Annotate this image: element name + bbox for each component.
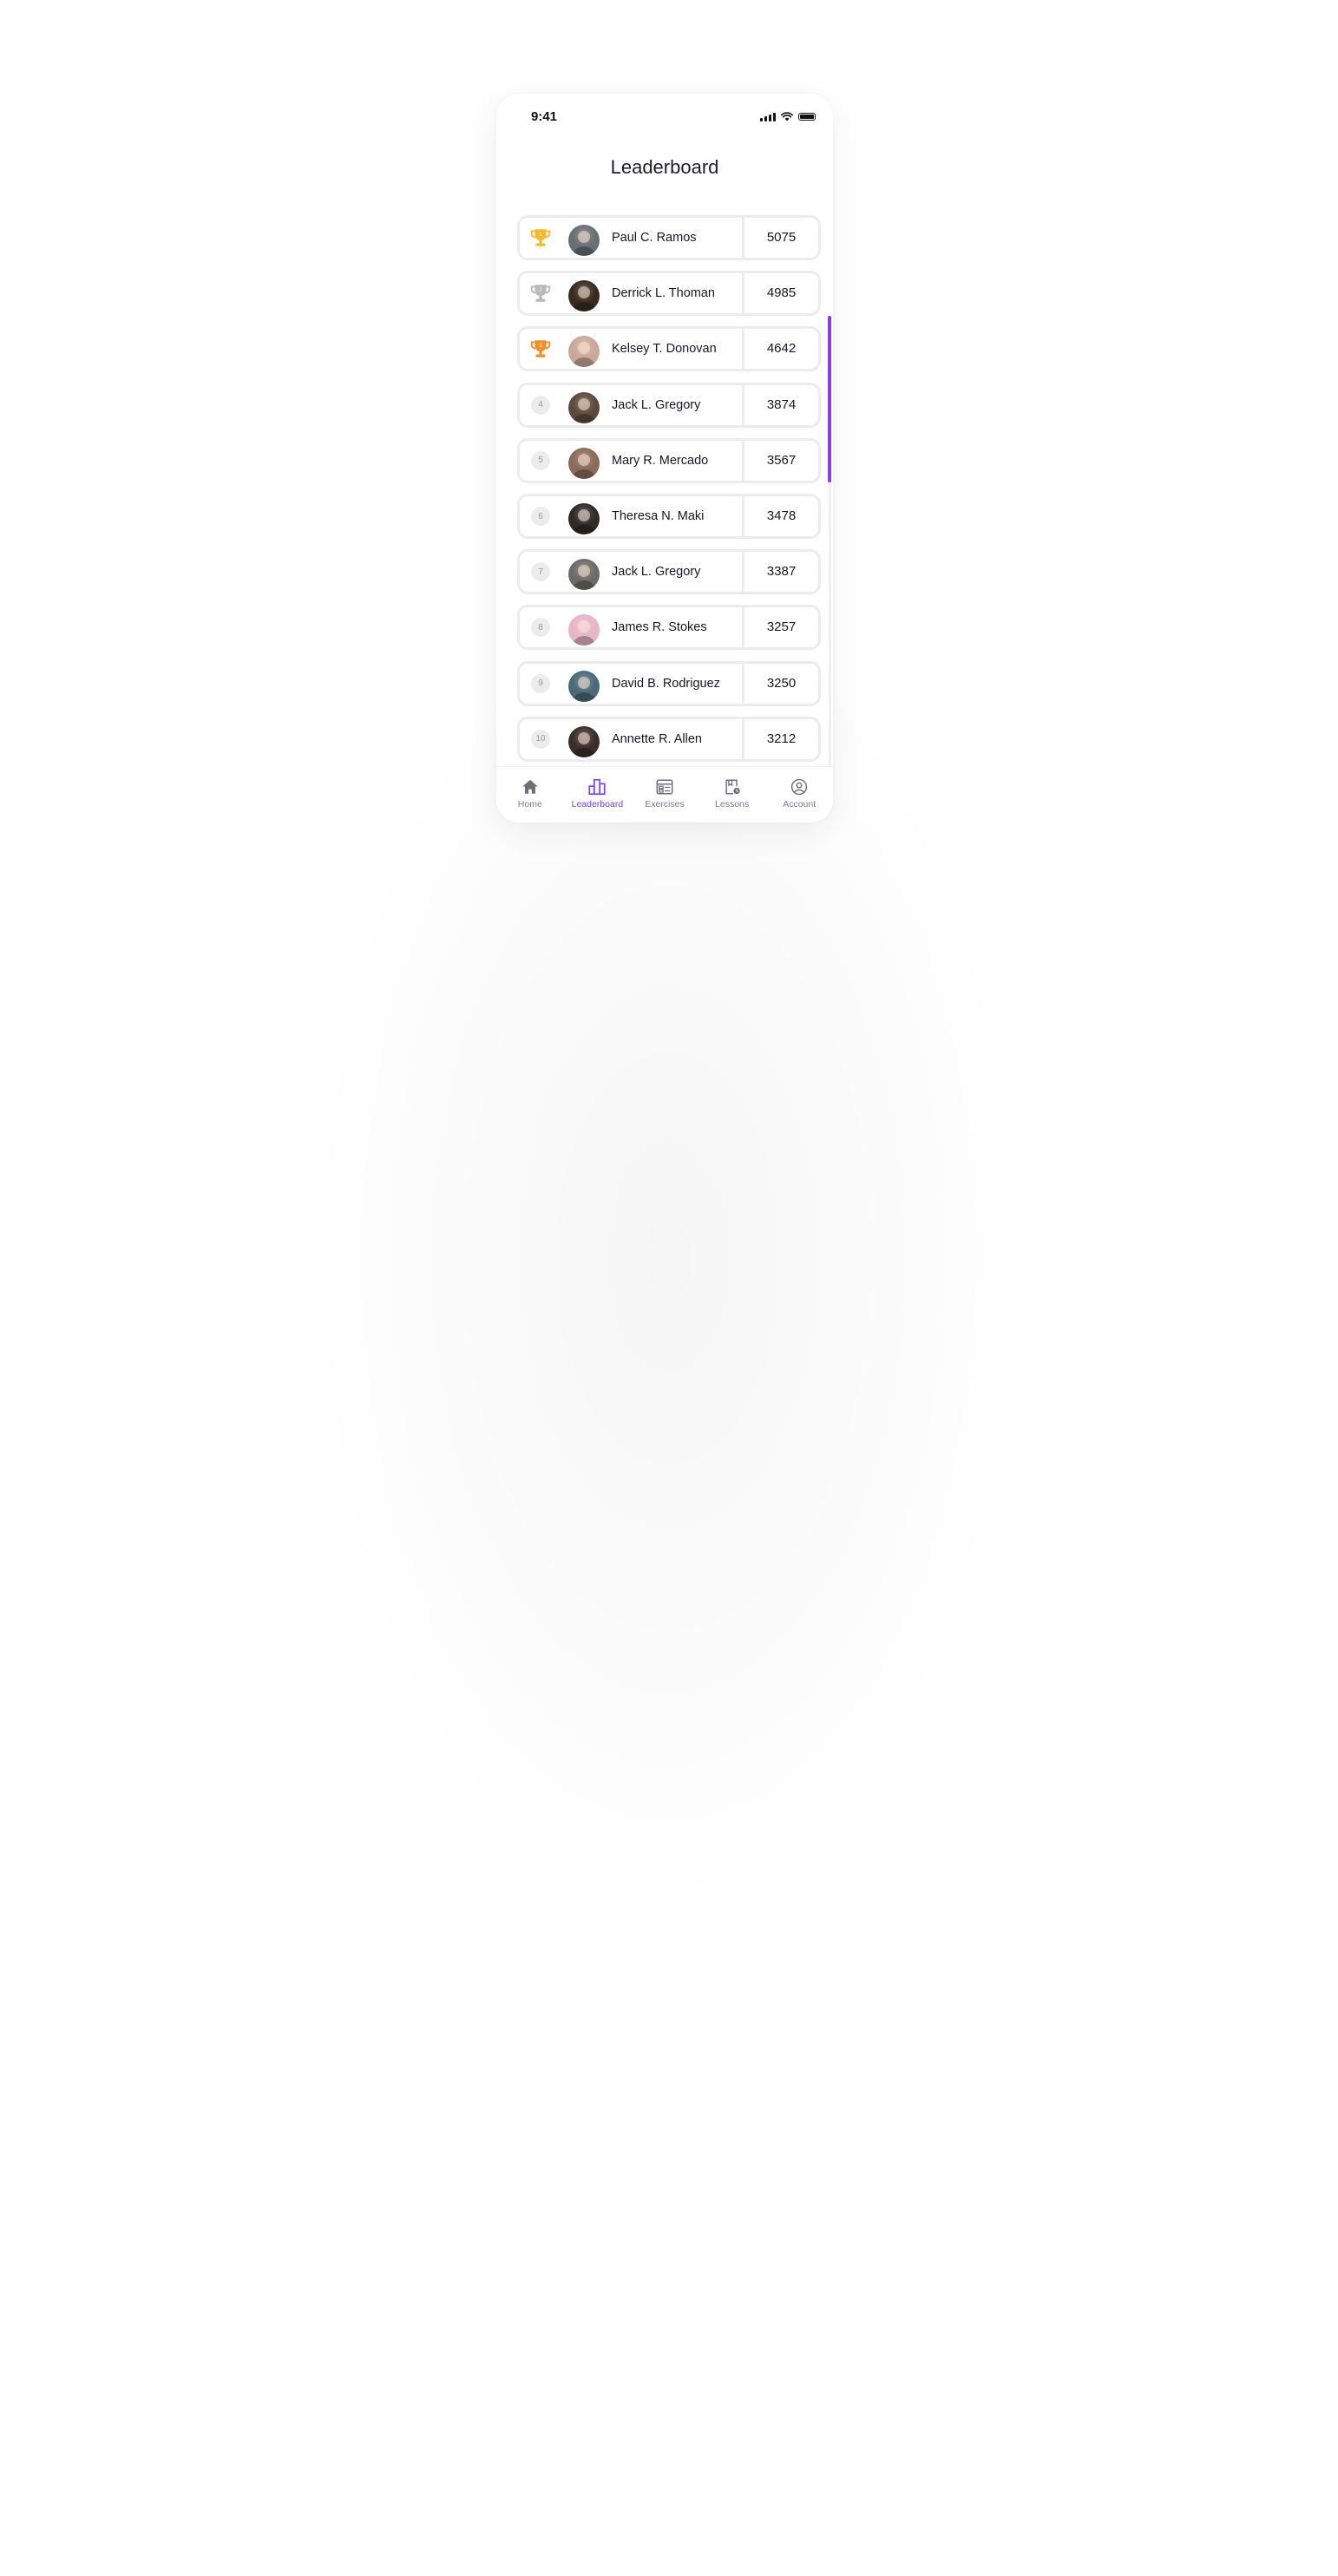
nav-item-home[interactable]: Home <box>496 767 564 823</box>
wifi-icon <box>781 112 793 121</box>
status-icons <box>760 112 816 121</box>
player-name: Annette R. Allen <box>612 731 702 746</box>
rank-cell: 4 <box>520 385 561 425</box>
player-name: David B. Rodriguez <box>612 676 720 691</box>
lessons-icon <box>725 779 740 795</box>
rank-cell: 2 <box>520 273 561 313</box>
player-score: 3567 <box>766 452 797 468</box>
nav-label-account: Account <box>783 799 817 810</box>
exercises-icon <box>656 779 673 795</box>
avatar[interactable] <box>568 391 600 423</box>
person-silhouette-icon <box>573 231 595 256</box>
person-silhouette-icon <box>573 286 595 312</box>
person-silhouette-icon <box>573 509 595 534</box>
player-name: James R. Stokes <box>612 620 707 635</box>
player-score: 3250 <box>766 675 797 691</box>
avatar[interactable] <box>568 670 600 702</box>
avatar[interactable] <box>568 225 600 256</box>
trophy-rank-number: 1 <box>539 232 542 238</box>
status-time: 9:41 <box>531 109 558 124</box>
leaderboard-row[interactable]: 2 Derrick L. Thoman 4985 <box>517 271 821 317</box>
leaderboard-row[interactable]: 5 Mary R. Mercado 3567 <box>517 437 821 483</box>
nav-label-exercises: Exercises <box>645 799 685 810</box>
avatar[interactable] <box>568 559 600 591</box>
player-name: Derrick L. Thoman <box>612 286 715 301</box>
player-name: Jack L. Gregory <box>612 397 701 412</box>
nav-item-exercises[interactable]: Exercises <box>631 767 699 823</box>
player-name: Theresa N. Maki <box>612 509 705 523</box>
leaderboard-row[interactable]: 8 James R. Stokes 3257 <box>517 605 821 651</box>
player-score: 4642 <box>766 341 797 357</box>
phone-screen: 9:41 Leaderboard 1 Paul C. Ramos 5075 2 Derr… <box>496 94 833 823</box>
player-name: Jack L. Gregory <box>612 565 701 580</box>
leaderboard-list[interactable]: 1 Paul C. Ramos 5075 2 Derrick L. Thoman 4985… <box>496 215 833 823</box>
player-score: 4985 <box>766 285 797 301</box>
player-score: 3212 <box>766 731 797 746</box>
player-name: Kelsey T. Donovan <box>612 342 717 357</box>
leaderboard-row[interactable]: 10 Annette R. Allen 3212 <box>517 716 821 762</box>
person-silhouette-icon <box>573 453 595 479</box>
avatar[interactable] <box>568 503 600 534</box>
rank-cell: 6 <box>520 496 561 536</box>
person-silhouette-icon <box>573 342 595 368</box>
rank-cell: 5 <box>520 441 561 481</box>
player-score: 5075 <box>766 230 797 245</box>
person-silhouette-icon <box>573 731 595 757</box>
rank-badge: 4 <box>531 395 550 415</box>
player-name: Paul C. Ramos <box>612 231 697 245</box>
person-silhouette-icon <box>573 676 595 702</box>
silver-trophy-icon: 2 <box>530 285 551 302</box>
leaderboard-icon <box>588 778 606 796</box>
person-silhouette-icon <box>573 397 595 423</box>
leaderboard-row[interactable]: 3 Kelsey T. Donovan 4642 <box>517 326 821 372</box>
person-silhouette-icon <box>573 565 595 591</box>
leaderboard-row[interactable]: 7 Jack L. Gregory 3387 <box>517 549 821 595</box>
account-icon <box>791 778 808 796</box>
rank-badge: 5 <box>531 450 550 470</box>
avatar[interactable] <box>568 614 600 646</box>
avatar[interactable] <box>568 725 600 757</box>
battery-icon <box>798 113 816 121</box>
nav-item-account[interactable]: Account <box>765 767 833 823</box>
home-icon <box>522 779 538 794</box>
person-silhouette-icon <box>573 620 595 646</box>
player-score: 3478 <box>766 508 797 523</box>
player-name: Mary R. Mercado <box>612 453 709 468</box>
trophy-rank-number: 3 <box>539 343 542 349</box>
avatar[interactable] <box>568 447 600 479</box>
nav-label-home: Home <box>517 799 542 810</box>
rank-cell: 3 <box>520 329 561 369</box>
avatar[interactable] <box>568 336 600 368</box>
player-score: 3874 <box>766 397 797 412</box>
leaderboard-row[interactable]: 4 Jack L. Gregory 3874 <box>517 382 821 428</box>
rank-badge: 9 <box>531 673 550 693</box>
rank-cell: 9 <box>520 664 561 704</box>
rank-badge: 7 <box>531 562 550 582</box>
rank-badge: 6 <box>531 507 550 526</box>
leaderboard-row[interactable]: 6 Theresa N. Maki 3478 <box>517 494 821 539</box>
bronze-trophy-icon: 3 <box>530 340 551 358</box>
scrollbar-thumb[interactable] <box>828 316 831 482</box>
trophy-rank-number: 2 <box>539 287 542 293</box>
avatar[interactable] <box>568 280 600 312</box>
leaderboard-row[interactable]: 9 David B. Rodriguez 3250 <box>517 660 821 706</box>
rank-badge: 10 <box>531 729 550 749</box>
gold-trophy-icon: 1 <box>530 229 551 246</box>
signal-icon <box>760 112 776 121</box>
rank-cell: 10 <box>520 719 561 759</box>
nav-label-leaderboard: Leaderboard <box>571 799 624 810</box>
rank-badge: 8 <box>531 618 550 638</box>
nav-item-leaderboard[interactable]: Leaderboard <box>564 767 632 823</box>
leaderboard-row[interactable]: 1 Paul C. Ramos 5075 <box>517 215 821 260</box>
rank-cell: 7 <box>520 552 561 592</box>
nav-item-lessons[interactable]: Lessons <box>699 767 766 823</box>
rank-cell: 1 <box>520 218 561 258</box>
status-bar: 9:41 <box>496 94 833 137</box>
page-title: Leaderboard <box>610 156 719 178</box>
player-score: 3387 <box>766 564 797 580</box>
player-score: 3257 <box>766 619 797 635</box>
nav-label-lessons: Lessons <box>715 799 750 810</box>
rank-cell: 8 <box>520 607 561 647</box>
bottom-nav: Home Leaderboard Exercises Lessons Accou… <box>496 766 833 823</box>
